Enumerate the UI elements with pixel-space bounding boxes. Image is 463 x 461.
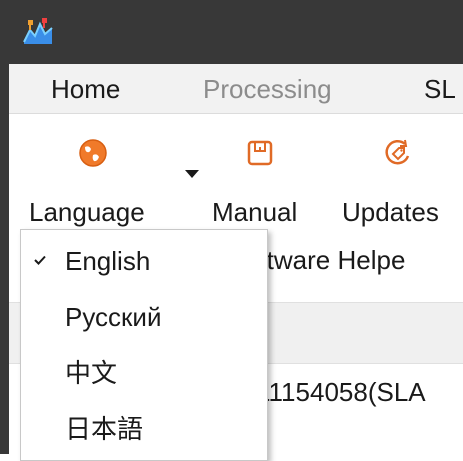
- menu-item-label: 中文: [65, 358, 118, 388]
- menu-item-english[interactable]: English: [21, 236, 267, 286]
- tab-home[interactable]: Home: [51, 74, 120, 104]
- menu-item-label: Русский: [65, 302, 162, 332]
- menu-item-label: 日本語: [65, 414, 144, 444]
- menu-item-russian[interactable]: Русский: [21, 292, 267, 342]
- updates-button[interactable]: Updates: [342, 197, 439, 227]
- window-frame-left: [0, 64, 9, 454]
- language-menu: English Русский 中文 日本語: [20, 229, 268, 461]
- content-item-text: 11154058(SLA: [256, 377, 426, 407]
- language-button[interactable]: Language: [29, 197, 145, 227]
- ribbon-tab-bar: Home Processing SL: [9, 64, 463, 114]
- menu-item-japanese[interactable]: 日本語: [21, 404, 267, 454]
- update-tag-icon[interactable]: [383, 138, 413, 168]
- menu-item-label: English: [65, 246, 151, 276]
- checkmark-icon: [34, 255, 46, 265]
- menu-item-chinese[interactable]: 中文: [21, 348, 267, 398]
- app-logo-icon: [23, 18, 53, 44]
- language-dropdown-arrow-icon[interactable]: [185, 170, 199, 178]
- globe-icon[interactable]: [78, 138, 108, 168]
- manual-button[interactable]: Manual: [212, 197, 297, 227]
- tab-sla[interactable]: SL: [424, 74, 456, 104]
- tab-processing: Processing: [203, 74, 332, 104]
- book-icon[interactable]: [245, 138, 275, 168]
- window-titlebar: [0, 0, 463, 64]
- software-helper-group-label: oftware Helpe: [245, 245, 406, 275]
